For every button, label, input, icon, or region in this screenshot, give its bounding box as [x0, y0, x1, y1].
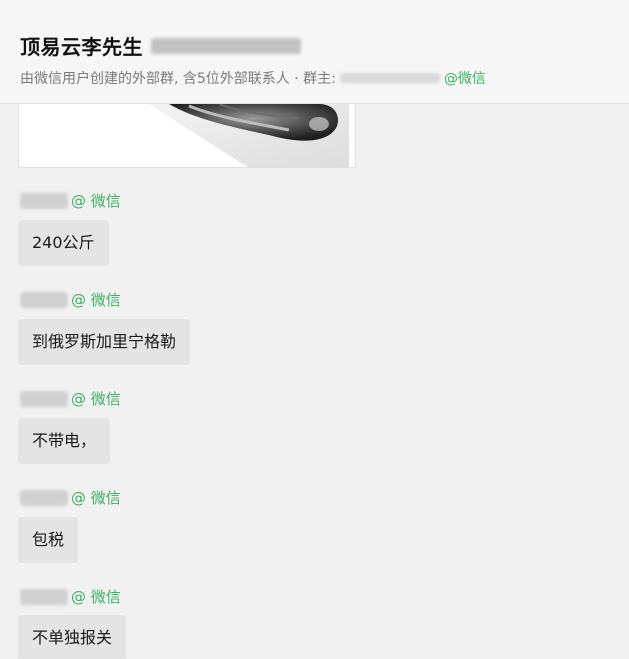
redacted-sender-name [20, 291, 68, 308]
sender-platform: @ 微信 [71, 588, 121, 606]
message-sender[interactable]: @ 微信 [20, 289, 121, 310]
message-bubble[interactable]: 240公斤 [18, 220, 109, 266]
message-sender[interactable]: @ 微信 [20, 487, 121, 508]
group-subtitle: 由微信用户创建的外部群, 含5位外部联系人 · 群主: @微信 [20, 68, 486, 88]
group-subtitle-text: 由微信用户创建的外部群, 含5位外部联系人 · 群主: [20, 71, 336, 87]
message-sender[interactable]: @ 微信 [20, 190, 121, 211]
group-title[interactable]: 顶易云李先生 [20, 31, 301, 60]
group-title-text: 顶易云李先生 [20, 35, 143, 59]
sender-platform: @ 微信 [71, 192, 121, 210]
message-bubble[interactable]: 包税 [18, 517, 79, 563]
sender-platform: @ 微信 [71, 489, 121, 507]
message-list[interactable]: @ 微信 240公斤 @ 微信 到俄罗斯加里宁格勒 @ 微信 不带电， @ 微信… [0, 104, 629, 659]
chat-window: 顶易云李先生 由微信用户创建的外部群, 含5位外部联系人 · 群主: @微信 @… [0, 0, 629, 659]
redacted-sender-name [20, 588, 68, 605]
redacted-name [151, 37, 301, 54]
image-message[interactable] [18, 104, 356, 168]
message-bubble[interactable]: 到俄罗斯加里宁格勒 [18, 319, 191, 365]
shoe-photo-image [19, 104, 355, 167]
message-sender[interactable]: @ 微信 [20, 388, 121, 409]
redacted-sender-name [20, 489, 68, 506]
redacted-sender-name [20, 192, 68, 209]
message-bubble[interactable]: 不单独报关 [18, 615, 127, 659]
sender-platform: @ 微信 [71, 390, 121, 408]
owner-platform: @微信 [443, 71, 486, 87]
chat-header: 顶易云李先生 由微信用户创建的外部群, 含5位外部联系人 · 群主: @微信 [0, 0, 629, 104]
sender-platform: @ 微信 [71, 291, 121, 309]
message-sender[interactable]: @ 微信 [20, 586, 121, 607]
redacted-owner [339, 73, 440, 83]
message-bubble[interactable]: 不带电， [18, 418, 111, 464]
redacted-sender-name [20, 390, 68, 407]
